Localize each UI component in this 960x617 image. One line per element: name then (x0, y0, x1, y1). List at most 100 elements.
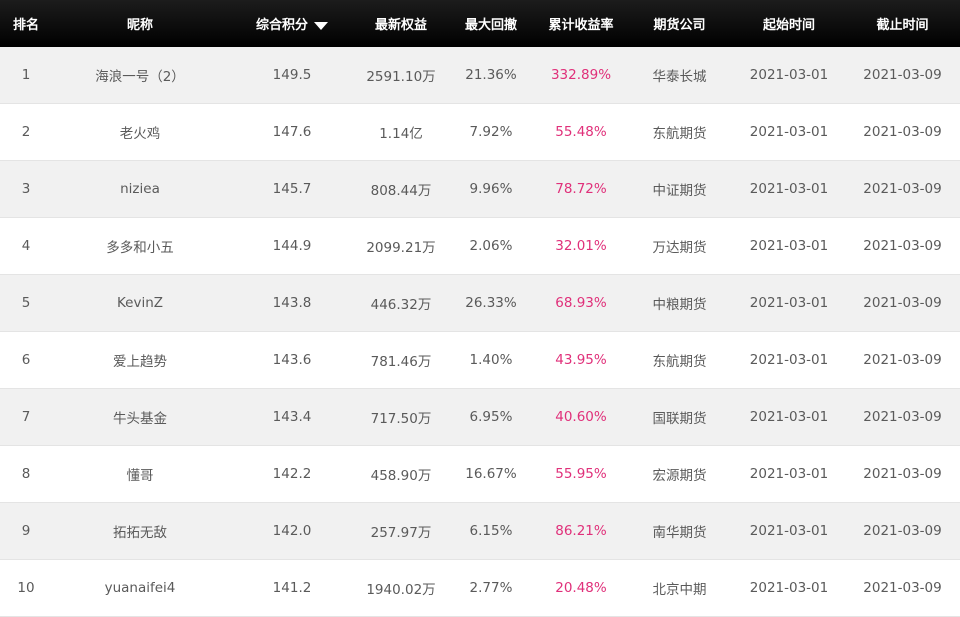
cell-return: 20.48% (555, 580, 607, 596)
sort-desc-icon (314, 21, 328, 30)
cell-return: 68.93% (555, 295, 607, 311)
cell-nickname: 爱上趋势 (113, 354, 167, 370)
table-row: 5 KevinZ 143.8 446.32万 26.33% 68.93% 中粮期货 2021-… (0, 275, 960, 332)
cell-rank: 8 (21, 466, 31, 482)
cell-start: 2021-03-01 (749, 523, 829, 539)
cell-company: 北京中期 (652, 582, 707, 598)
cell-end: 2021-03-09 (863, 67, 942, 83)
cell-nickname: 多多和小五 (106, 240, 174, 256)
header-start: 起始时间 (762, 18, 815, 33)
cell-equity: 446.32万 (370, 297, 432, 313)
cell-company: 南华期货 (652, 525, 707, 541)
cell-drawdown: 21.36% (465, 67, 517, 83)
header-return: 累计收益率 (548, 18, 614, 33)
header-score-label: 综合积分 (255, 18, 308, 33)
cell-rank: 10 (17, 580, 35, 596)
table-row: 2 老火鸡 147.6 1.14亿 7.92% 55.48% 东航期货 2021-03-01 2… (0, 104, 960, 161)
cell-start: 2021-03-01 (749, 67, 829, 83)
cell-nickname: yuanaifei4 (104, 580, 176, 596)
cell-return: 32.01% (555, 238, 607, 254)
cell-end: 2021-03-09 (863, 580, 942, 596)
cell-company: 宏源期货 (652, 468, 707, 484)
cell-return: 86.21% (555, 523, 607, 539)
header-score-sort[interactable]: 综合积分 (228, 14, 356, 33)
cell-end: 2021-03-09 (863, 523, 942, 539)
cell-drawdown: 26.33% (465, 295, 517, 311)
cell-score: 143.6 (272, 352, 312, 368)
cell-equity: 458.90万 (370, 468, 432, 484)
cell-end: 2021-03-09 (863, 352, 942, 368)
cell-drawdown: 9.96% (469, 181, 513, 197)
cell-company: 万达期货 (652, 240, 707, 256)
cell-drawdown: 2.77% (469, 580, 513, 596)
cell-nickname: 拓拓无敌 (113, 525, 167, 541)
cell-start: 2021-03-01 (749, 466, 829, 482)
cell-nickname: 牛头基金 (113, 411, 167, 427)
cell-drawdown: 7.92% (469, 124, 513, 140)
table-row: 4 多多和小五 144.9 2099.21万 2.06% 32.01% 万达期货 2021-0… (0, 218, 960, 275)
cell-end: 2021-03-09 (863, 295, 942, 311)
header-rank: 排名 (12, 18, 39, 33)
cell-nickname: niziea (120, 181, 160, 197)
cell-rank: 1 (21, 67, 31, 83)
cell-company: 中粮期货 (652, 297, 707, 313)
cell-score: 141.2 (272, 580, 312, 596)
table-row: 10 yuanaifei4 141.2 1940.02万 2.77% 20.48% 北京中期… (0, 560, 960, 617)
cell-company: 中证期货 (652, 183, 707, 199)
cell-rank: 5 (21, 295, 31, 311)
header-end: 截止时间 (876, 18, 929, 33)
header-company: 期货公司 (653, 18, 706, 33)
cell-rank: 4 (21, 238, 31, 254)
table-row: 9 拓拓无敌 142.0 257.97万 6.15% 86.21% 南华期货 2021-03-… (0, 503, 960, 560)
cell-start: 2021-03-01 (749, 238, 829, 254)
cell-equity: 1.14亿 (379, 126, 423, 142)
table-header: 排名 昵称 综合积分 最新权益 最大回撤 累计收益率 期货公司 起始时间 截止时… (0, 0, 960, 47)
cell-end: 2021-03-09 (863, 124, 942, 140)
table-row: 7 牛头基金 143.4 717.50万 6.95% 40.60% 国联期货 2021-03-… (0, 389, 960, 446)
cell-equity: 808.44万 (370, 183, 432, 199)
cell-equity: 2591.10万 (366, 69, 436, 85)
table-body: 1 海浪一号（2） 149.5 2591.10万 21.36% 332.89% 华泰长城 20… (0, 47, 960, 617)
cell-equity: 257.97万 (370, 525, 432, 541)
header-drawdown: 最大回撤 (464, 18, 517, 33)
cell-return: 78.72% (555, 181, 607, 197)
cell-score: 142.0 (272, 523, 312, 539)
cell-drawdown: 2.06% (469, 238, 513, 254)
cell-return: 40.60% (555, 409, 607, 425)
cell-drawdown: 6.95% (469, 409, 513, 425)
cell-start: 2021-03-01 (749, 124, 829, 140)
cell-score: 143.8 (272, 295, 312, 311)
cell-equity: 2099.21万 (366, 240, 436, 256)
cell-rank: 3 (21, 181, 31, 197)
cell-score: 144.9 (272, 238, 312, 254)
cell-start: 2021-03-01 (749, 181, 829, 197)
cell-rank: 7 (21, 409, 31, 425)
cell-start: 2021-03-01 (749, 352, 829, 368)
table-row: 1 海浪一号（2） 149.5 2591.10万 21.36% 332.89% 华泰长城 20… (0, 47, 960, 104)
cell-company: 东航期货 (652, 126, 707, 142)
cell-nickname: 老火鸡 (119, 126, 161, 142)
cell-rank: 6 (21, 352, 31, 368)
cell-end: 2021-03-09 (863, 409, 942, 425)
cell-rank: 2 (21, 124, 31, 140)
cell-return: 43.95% (555, 352, 607, 368)
cell-equity: 781.46万 (370, 354, 432, 370)
table-row: 6 爱上趋势 143.6 781.46万 1.40% 43.95% 东航期货 2021-03-… (0, 332, 960, 389)
cell-return: 332.89% (550, 67, 612, 83)
cell-equity: 717.50万 (370, 411, 432, 427)
table-row: 3 niziea 145.7 808.44万 9.96% 78.72% 中证期货 2021-0… (0, 161, 960, 218)
cell-drawdown: 16.67% (465, 466, 517, 482)
cell-end: 2021-03-09 (863, 238, 942, 254)
header-equity: 最新权益 (374, 18, 427, 33)
cell-company: 东航期货 (652, 354, 707, 370)
cell-equity: 1940.02万 (366, 582, 436, 598)
table-row: 8 懂哥 142.2 458.90万 16.67% 55.95% 宏源期货 2021-03-0… (0, 446, 960, 503)
header-nickname: 昵称 (126, 18, 153, 33)
cell-return: 55.48% (555, 124, 607, 140)
cell-score: 145.7 (272, 181, 312, 197)
cell-company: 国联期货 (652, 411, 707, 427)
cell-end: 2021-03-09 (863, 466, 942, 482)
cell-score: 142.2 (272, 466, 312, 482)
cell-start: 2021-03-01 (749, 580, 829, 596)
cell-score: 147.6 (272, 124, 312, 140)
